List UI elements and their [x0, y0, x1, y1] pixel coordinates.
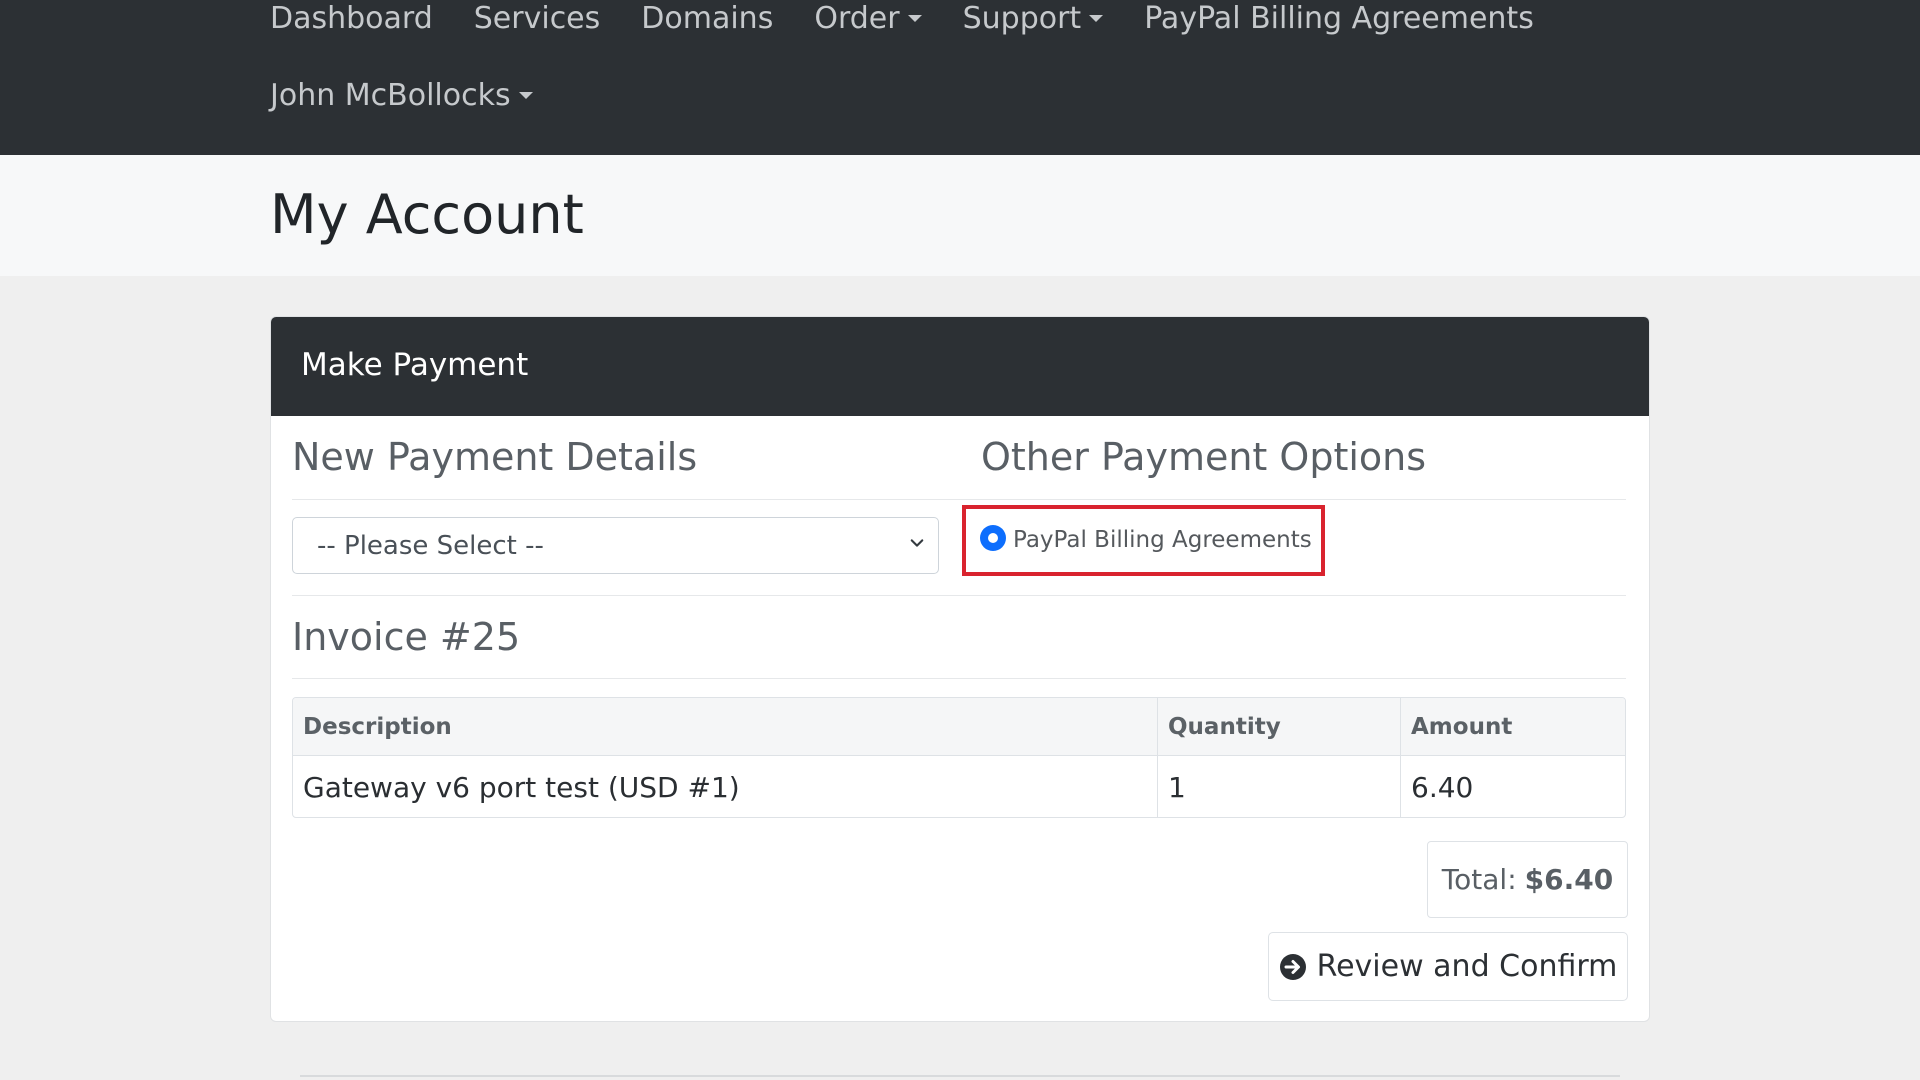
divider: [292, 678, 1626, 679]
nav-item-support[interactable]: Support: [963, 1, 1104, 36]
page-header: My Account: [0, 155, 1920, 276]
footer-divider: [300, 1075, 1620, 1077]
payment-method-select[interactable]: -- Please Select --: [292, 517, 939, 574]
paypal-billing-agreements-radio[interactable]: [980, 524, 1006, 551]
top-navbar: Dashboard Services Domains Order Support…: [0, 0, 1920, 155]
other-payment-options-heading: Other Payment Options: [981, 435, 1427, 479]
nav-secondary: John McBollocks: [270, 75, 574, 115]
select-value: -- Please Select --: [317, 530, 544, 561]
nav-item-paypal-billing-agreements[interactable]: PayPal Billing Agreements: [1144, 1, 1534, 36]
nav-item-label: Domains: [641, 0, 774, 36]
paypal-billing-agreements-option: PayPal Billing Agreements: [962, 505, 1325, 576]
radio-checked-dot: [988, 532, 998, 543]
nav-item-domains[interactable]: Domains: [641, 1, 773, 36]
nav-primary: Dashboard Services Domains Order Support…: [270, 0, 1575, 36]
nav-item-dashboard[interactable]: Dashboard: [270, 1, 433, 36]
total-label: Total:: [1441, 863, 1517, 896]
nav-item-label: Services: [473, 0, 601, 36]
divider: [292, 499, 1626, 500]
cell-amount: 6.40: [1400, 756, 1625, 817]
column-header-amount: Amount: [1400, 698, 1625, 756]
column-header-quantity: Quantity: [1157, 698, 1400, 756]
cell-description: Gateway v6 port test (USD #1): [303, 770, 740, 804]
nav-item-label: PayPal Billing Agreements: [1144, 0, 1534, 36]
total-value: $6.40: [1524, 863, 1614, 896]
new-payment-details-heading: New Payment Details: [292, 435, 698, 479]
divider: [292, 595, 1626, 596]
card-header: Make Payment: [271, 317, 1649, 416]
nav-item-label: Order: [814, 0, 900, 36]
make-payment-card: Make Payment New Payment Details Other P…: [270, 316, 1650, 1022]
radio-label[interactable]: PayPal Billing Agreements: [1013, 527, 1312, 553]
invoice-heading: Invoice #25: [292, 615, 521, 659]
nav-item-label: Support: [962, 0, 1082, 36]
user-name: John McBollocks: [270, 77, 511, 113]
user-menu[interactable]: John McBollocks: [270, 78, 533, 113]
chevron-down-icon: [910, 539, 924, 547]
button-label: Review and Confirm: [1316, 949, 1618, 984]
nav-item-order[interactable]: Order: [814, 0, 922, 36]
arrow-circle-right-icon: [1279, 953, 1306, 980]
column-header-description: Description: [303, 714, 452, 740]
caret-down-icon: [1089, 14, 1104, 22]
invoice-total: Total: $6.40: [1427, 841, 1628, 918]
review-and-confirm-button[interactable]: Review and Confirm: [1268, 932, 1628, 1001]
cell-quantity: 1: [1157, 756, 1400, 817]
nav-item-label: Dashboard: [270, 0, 433, 36]
nav-item-services[interactable]: Services: [474, 1, 601, 36]
invoice-table: Description Quantity Amount Gateway v6 p…: [292, 697, 1626, 818]
caret-down-icon: [518, 91, 533, 99]
page-title: My Account: [270, 183, 584, 246]
card-title: Make Payment: [301, 347, 529, 383]
caret-down-icon: [907, 14, 922, 22]
